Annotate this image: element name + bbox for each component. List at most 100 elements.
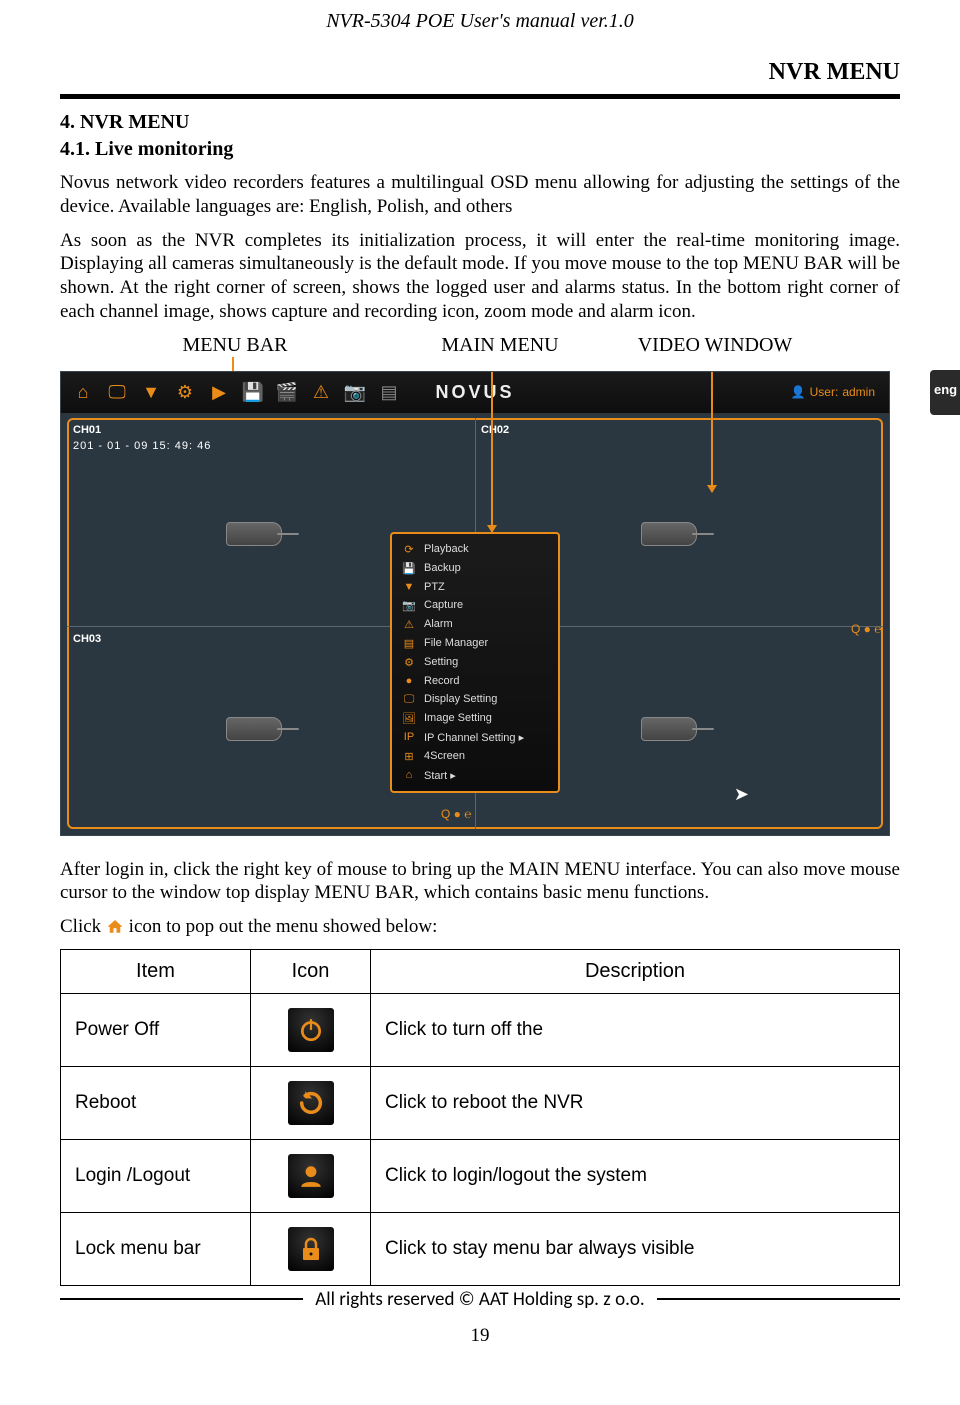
th-description: Description (371, 949, 900, 993)
cell-icon (251, 1212, 371, 1285)
cell-description: Click to turn off the (371, 993, 900, 1066)
menu-item-label: 4Screen (424, 750, 465, 762)
main-menu-item[interactable]: ⟳ Playback (400, 540, 550, 559)
reboot-icon (288, 1081, 334, 1125)
save-icon[interactable]: 💾 (241, 380, 265, 404)
section-heading: 4. NVR MENU (60, 111, 900, 134)
main-menu-item[interactable]: 🖵Display Setting (400, 690, 550, 709)
user-badge[interactable]: 👤 User:admin (791, 385, 889, 399)
main-menu-item[interactable]: ▤ File Manager (400, 634, 550, 653)
menu-item-icon: ▼ (402, 581, 416, 593)
paragraph-1: Novus network video recorders features a… (60, 171, 900, 219)
menu-item-label: Image Setting (424, 712, 492, 724)
cell-item: Login /Logout (61, 1139, 251, 1212)
menu-item-label: Start ▸ (424, 769, 456, 782)
main-menu-item[interactable]: ⌂ Start ▸ (400, 766, 550, 785)
monitor-icon[interactable]: 🖵 (105, 380, 129, 404)
main-menu-item[interactable]: ⊞ 4Screen (400, 747, 550, 766)
main-menu-item[interactable]: IP IP Channel Setting ▸ (400, 728, 550, 747)
menu-item-label: Display Setting (424, 693, 497, 705)
th-icon: Icon (251, 949, 371, 993)
description-table: Item Icon Description Power OffClick to … (60, 949, 900, 1286)
table-row: Reboot Click to reboot the NVR (61, 1066, 900, 1139)
record-icon[interactable]: 🎬 (275, 380, 299, 404)
alarm-icon[interactable]: ⚠ (309, 380, 333, 404)
capture-icon[interactable]: 📷 (343, 380, 367, 404)
channel-label-2: CH02 (481, 424, 509, 436)
camera-icon-3 (226, 717, 282, 741)
menu-item-label: Backup (424, 562, 461, 574)
cursor-icon: ➤ (734, 784, 749, 805)
menu-item-icon: ▤ (402, 637, 416, 650)
menu-item-label: Record (424, 675, 459, 687)
menu-item-icon: ⌂ (402, 769, 416, 781)
status-icons-3: Q ● ℮ (441, 807, 471, 821)
menu-item-label: Alarm (424, 618, 453, 630)
click-line: Click icon to pop out the menu showed be… (60, 915, 900, 939)
home-icon[interactable]: ⌂ (71, 380, 95, 404)
table-row: Login /Logout Click to login/logout the s… (61, 1139, 900, 1212)
main-menu-item[interactable]: ⚙Setting (400, 653, 550, 672)
menu-item-label: PTZ (424, 581, 445, 593)
menu-item-label: IP Channel Setting ▸ (424, 731, 524, 744)
user-icon: 👤 (791, 385, 806, 399)
arrow-main-menu (491, 372, 493, 532)
menu-item-icon: ⊞ (402, 750, 416, 763)
click-text-b: icon to pop out the menu showed below: (124, 916, 437, 937)
main-menu-item[interactable]: ● Record (400, 672, 550, 690)
label-menu-bar: MENU BAR (160, 334, 310, 357)
paragraph-2: As soon as the NVR completes its initial… (60, 229, 900, 324)
nvr-menubar[interactable]: ⌂ 🖵 ▼ ⚙ ▶ 💾 🎬 ⚠ 📷 ▤ NOVUS 👤 User:admin (61, 372, 889, 414)
lock-icon (288, 1227, 334, 1271)
subsection-heading: 4.1. Live monitoring (60, 138, 900, 161)
main-menu-item[interactable]: ⚠ Alarm (400, 615, 550, 634)
home-icon-inline (106, 917, 124, 933)
ptz-icon[interactable]: ▼ (139, 380, 163, 404)
doc-header: NVR-5304 POE User's manual ver.1.0 (60, 10, 900, 33)
status-icons-2: Q ● ℮ (851, 622, 881, 636)
menu-item-icon: ⚠ (402, 618, 416, 631)
page-title: NVR MENU (60, 59, 900, 86)
menubar-icons: ⌂ 🖵 ▼ ⚙ ▶ 💾 🎬 ⚠ 📷 ▤ (61, 380, 401, 404)
play-icon[interactable]: ▶ (207, 380, 231, 404)
user-prefix: User: (810, 385, 839, 399)
cell-description: Click to login/logout the system (371, 1139, 900, 1212)
menu-item-label: File Manager (424, 637, 488, 649)
main-menu-item[interactable]: ▼ PTZ (400, 578, 550, 596)
main-menu-item[interactable]: 💾 Backup (400, 559, 550, 578)
channel-label-1: CH01 (73, 424, 101, 436)
user-name: admin (842, 385, 875, 399)
gear-icon[interactable]: ⚙ (173, 380, 197, 404)
list-icon[interactable]: ▤ (377, 380, 401, 404)
cell-item: Lock menu bar (61, 1212, 251, 1285)
table-row: Power OffClick to turn off the (61, 993, 900, 1066)
menu-item-label: Capture (424, 599, 463, 611)
footer: All rights reserved © AAT Holding sp. z … (60, 1288, 900, 1311)
nvr-main-menu[interactable]: ⟳ Playback 💾 Backup ▼ PTZ 📷 Capture ⚠ Alarm ▤ File … (390, 532, 560, 793)
cell-icon (251, 1139, 371, 1212)
nvr-logo: NOVUS (435, 382, 514, 403)
cell-description: Click to stay menu bar always visible (371, 1212, 900, 1285)
timestamp: 201 - 01 - 09 15: 49: 46 (73, 440, 211, 452)
menu-item-icon: ● (402, 675, 416, 687)
menu-item-icon: ⟳ (402, 543, 416, 556)
screenshot-wrapper: ⌂ 🖵 ▼ ⚙ ▶ 💾 🎬 ⚠ 📷 ▤ NOVUS 👤 User:admin (60, 357, 900, 836)
camera-icon-4 (641, 717, 697, 741)
power-icon (288, 1008, 334, 1052)
cell-description: Click to reboot the NVR (371, 1066, 900, 1139)
language-tab[interactable]: eng (930, 370, 960, 415)
menu-item-icon: 📷 (402, 599, 416, 612)
screenshot-labels: MENU BAR MAIN MENU VIDEO WINDOW (60, 334, 900, 357)
menu-item-label: Playback (424, 543, 469, 555)
main-menu-item[interactable]: 🖼Image Setting (400, 709, 550, 728)
click-text-a: Click (60, 916, 106, 937)
nvr-screenshot: ⌂ 🖵 ▼ ⚙ ▶ 💾 🎬 ⚠ 📷 ▤ NOVUS 👤 User:admin (60, 371, 890, 836)
camera-icon-2 (641, 522, 697, 546)
menu-item-icon: IP (402, 731, 416, 743)
main-menu-item[interactable]: 📷 Capture (400, 596, 550, 615)
channel-label-3: CH03 (73, 633, 101, 645)
cell-item: Reboot (61, 1066, 251, 1139)
menu-item-icon: ⚙ (402, 656, 416, 669)
menu-item-icon: 💾 (402, 562, 416, 575)
user-icon (288, 1154, 334, 1198)
